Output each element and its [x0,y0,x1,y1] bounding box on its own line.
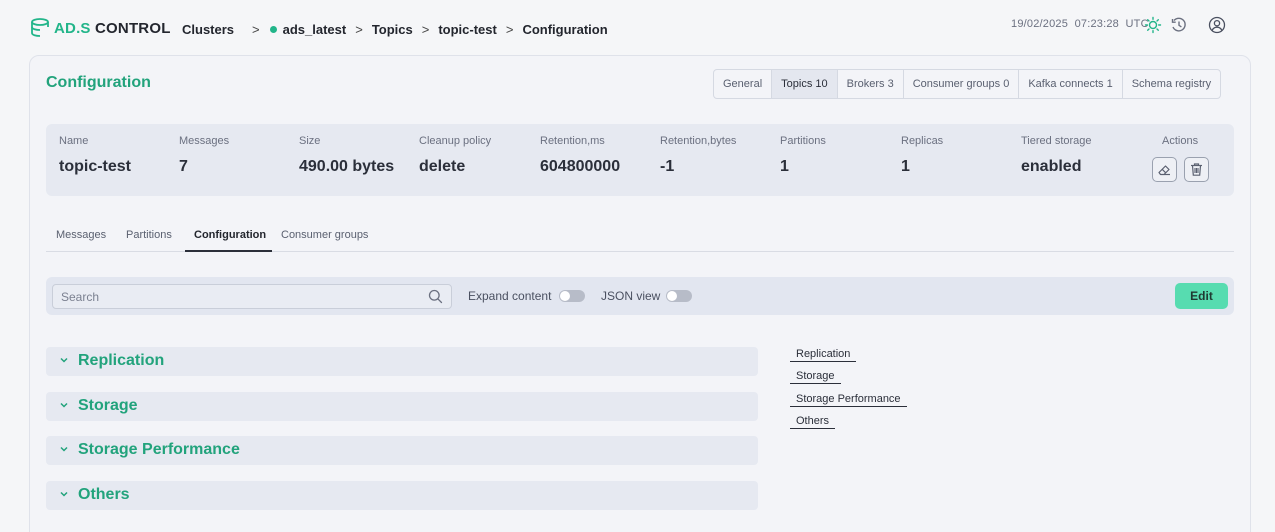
breadcrumb: Clusters > ads_latest > Topics > topic-t… [182,22,608,37]
summary-name: Name topic-test [59,135,131,176]
summary-messages: Messages 7 [179,135,229,176]
section-title: Replication [78,352,165,369]
summary-actions: Actions [1162,135,1198,158]
summary-retention-bytes: Retention,bytes -1 [660,135,736,176]
summary-label: Replicas [901,135,944,147]
logo-text: CONTROL [95,19,171,37]
tab-messages[interactable]: Messages [56,229,106,241]
chevron-down-icon [60,446,68,452]
trash-icon [1191,163,1202,176]
summary-value: 1 [901,158,910,175]
breadcrumb-clusters[interactable]: Clusters [182,22,234,37]
summary-retention-ms: Retention,ms 604800000 [540,135,620,176]
logo-accent: AD.S [54,19,91,37]
expand-content-label: Expand content [468,289,552,303]
summary-label: Tiered storage [1021,135,1092,147]
section-others[interactable]: Others [46,481,758,510]
section-storage-performance[interactable]: Storage Performance [46,436,758,465]
summary-value: 1 [780,158,789,175]
breadcrumb-separator: > [421,22,430,37]
header-right: 19/02/2025 07:23:28 UTC [975,16,1275,36]
active-tab-indicator [185,250,272,252]
anchor-storage[interactable]: Storage [790,370,841,384]
chevron-down-icon [60,491,68,497]
summary-value: -1 [660,158,675,175]
topic-tabs: Messages Partitions Configuration Consum… [46,221,1234,252]
anchor-replication[interactable]: Replication [790,348,857,362]
app-header: AD.S CONTROL Clusters > ads_latest > Top… [0,0,1275,56]
nav-general[interactable]: General [714,70,773,98]
summary-label: Partitions [780,135,826,147]
expand-content-toggle[interactable] [559,290,585,302]
nav-schema-registry[interactable]: Schema registry [1123,70,1220,98]
breadcrumb-cluster[interactable]: ads_latest [283,22,347,37]
section-title: Storage [78,397,138,414]
eraser-icon [1158,165,1170,176]
summary-value: enabled [1021,158,1082,175]
summary-label: Messages [179,135,230,147]
config-toolbar: Expand content JSON view Edit [46,277,1234,315]
breadcrumb-topic[interactable]: topic-test [438,22,497,37]
section-title: Others [78,486,130,503]
breadcrumb-current: Configuration [522,22,608,37]
summary-label: Retention,bytes [660,135,737,147]
summary-size: Size 490.00 bytes [299,135,394,176]
cluster-nav: General Topics 10 Brokers 3 Consumer gro… [713,69,1222,99]
tab-consumer-groups[interactable]: Consumer groups [281,229,368,241]
breadcrumb-separator: > [355,22,363,37]
toggle-knob [560,291,570,301]
datetime-value: 19/02/2025 07:23:28 [1011,18,1119,30]
anchor-storage-performance[interactable]: Storage Performance [790,393,907,407]
clear-messages-button[interactable] [1152,157,1177,182]
nav-kafka-connects[interactable]: Kafka connects 1 [1019,70,1123,98]
main-panel: Configuration General Topics 10 Brokers … [29,55,1251,532]
summary-value: topic-test [59,158,131,175]
cluster-status-dot [269,26,277,33]
section-replication[interactable]: Replication [46,347,758,376]
logo-icon [31,18,49,37]
tab-partitions[interactable]: Partitions [126,229,172,241]
nav-consumer-groups[interactable]: Consumer groups 0 [904,70,1020,98]
summary-label: Cleanup policy [419,135,492,147]
edit-button[interactable]: Edit [1175,283,1228,309]
breadcrumb-separator: > [505,22,514,37]
delete-topic-button[interactable] [1184,157,1209,182]
app-logo[interactable]: AD.S CONTROL [30,15,171,41]
search-icon[interactable] [428,289,443,304]
summary-label: Name [59,135,89,147]
summary-tiered-storage: Tiered storage enabled [1021,135,1092,176]
summary-label: Size [299,135,321,147]
search-input[interactable] [52,284,452,309]
summary-label: Retention,ms [540,135,605,147]
user-icon[interactable] [1208,16,1226,34]
sun-icon[interactable] [1144,16,1162,34]
breadcrumb-topics[interactable]: Topics [372,22,413,37]
summary-replicas: Replicas 1 [901,135,943,176]
anchor-others[interactable]: Others [790,415,836,429]
section-title: Storage Performance [78,441,240,458]
topic-summary: Name topic-test Messages 7 Size 490.00 b… [46,124,1234,196]
json-view-label: JSON view [601,289,661,303]
json-view-toggle[interactable] [666,290,692,302]
section-storage[interactable]: Storage [46,392,758,421]
chevron-down-icon [60,357,68,363]
summary-value: 604800000 [540,158,621,175]
page-title: Configuration [46,74,151,91]
summary-value: delete [419,158,466,175]
tab-configuration[interactable]: Configuration [194,229,266,241]
toggle-knob [667,291,677,301]
chevron-down-icon [60,402,68,408]
summary-partitions: Partitions 1 [780,135,826,176]
nav-brokers[interactable]: Brokers 3 [838,70,904,98]
actions-label: Actions [1162,135,1199,147]
nav-topics[interactable]: Topics 10 [772,70,838,98]
server-datetime: 19/02/2025 07:23:28 UTC [1011,18,1149,30]
summary-value: 490.00 bytes [299,158,395,175]
history-icon[interactable] [1170,16,1188,34]
summary-value: 7 [179,158,188,175]
breadcrumb-separator: > [252,22,260,37]
summary-cleanup-policy: Cleanup policy delete [419,135,491,176]
